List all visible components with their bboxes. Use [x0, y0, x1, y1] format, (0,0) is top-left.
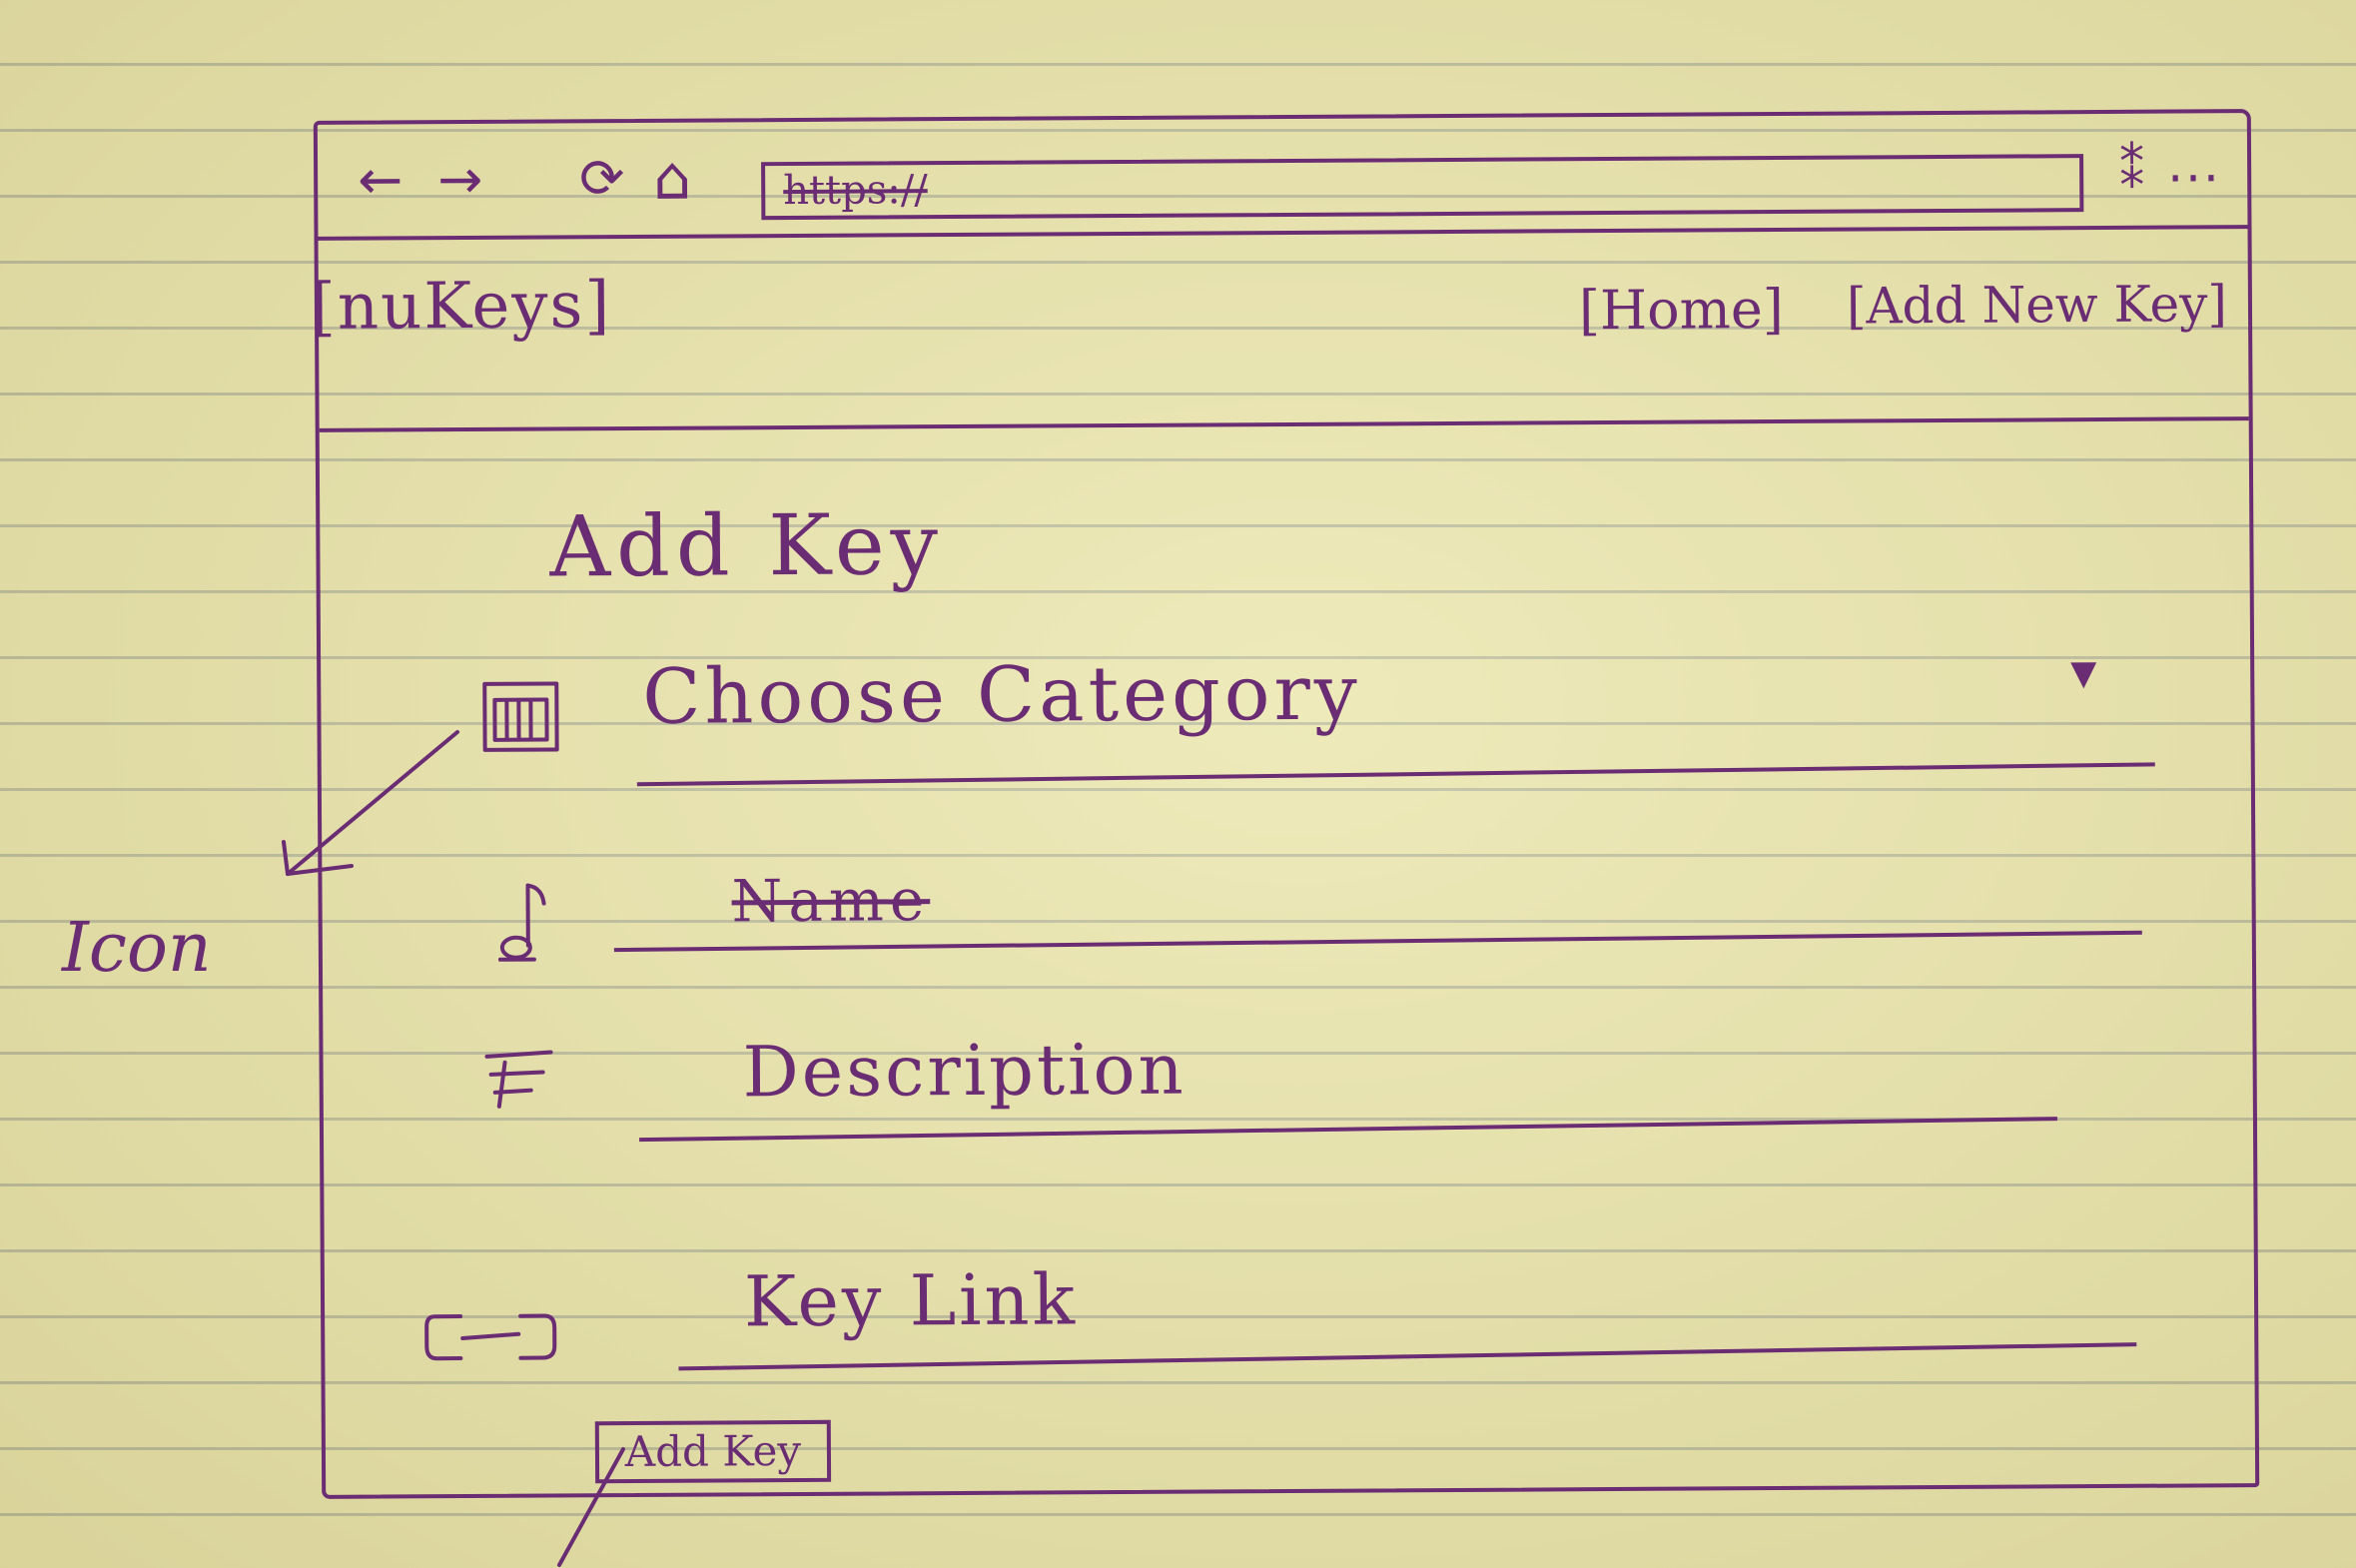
back-arrow-icon[interactable]: ←	[358, 148, 403, 211]
forward-arrow-icon[interactable]: →	[437, 148, 483, 211]
reload-icon[interactable]: ⟳	[579, 147, 625, 210]
nav-add-new-key-link[interactable]: [Add New Key]	[1847, 275, 2227, 335]
browser-window: ← → ⟳ ⌂ https:// ⁑ ... [nuKeys] [Home] […	[311, 109, 2260, 1499]
annotation-arrow	[282, 730, 459, 876]
extension-icon[interactable]: ⁑	[2119, 142, 2144, 200]
link-icon	[424, 1313, 557, 1361]
category-underline	[636, 762, 2155, 787]
music-note-icon	[497, 883, 546, 962]
address-bar[interactable]: https://	[761, 154, 2084, 221]
text-lines-icon	[484, 1050, 553, 1109]
category-label: Choose Category	[642, 647, 1361, 741]
site-header: [nuKeys] [Home] [Add New Key]	[311, 225, 2249, 432]
nav-home-link[interactable]: [Home]	[1579, 278, 1784, 342]
page-title: Add Key	[549, 495, 945, 596]
category-icon	[482, 681, 559, 752]
description-underline	[639, 1117, 2057, 1143]
button-pointer-stroke	[557, 1447, 625, 1567]
dropdown-arrow-icon[interactable]: ▼	[2070, 653, 2096, 693]
key-link-underline	[678, 1342, 2137, 1371]
icon-annotation-label: Icon	[62, 909, 212, 988]
home-icon[interactable]: ⌂	[653, 144, 692, 214]
description-label: Description	[742, 1028, 1186, 1114]
browser-toolbar: ← → ⟳ ⌂ https:// ⁑ ...	[317, 113, 2248, 241]
more-menu-icon[interactable]: ...	[2167, 135, 2221, 193]
add-key-button[interactable]: Add Key	[594, 1419, 832, 1484]
key-link-label: Key Link	[743, 1258, 1079, 1343]
name-label: Name	[731, 866, 931, 936]
site-logo[interactable]: [nuKeys]	[311, 269, 612, 345]
